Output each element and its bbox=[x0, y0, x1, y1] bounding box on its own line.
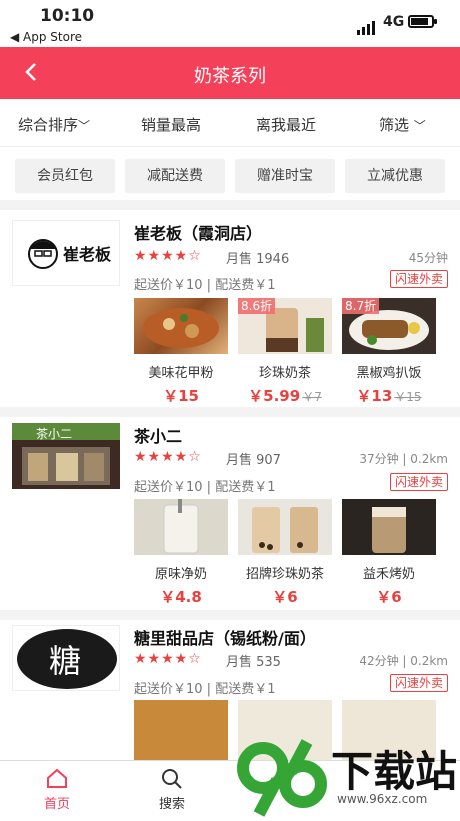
chevron-down-icon: ﹀ bbox=[78, 119, 91, 133]
watermark-url: www.96xz.com bbox=[337, 792, 428, 806]
monthly-sales: 月售 535 bbox=[226, 655, 281, 670]
dish-name: 黑椒鸡扒饭 bbox=[356, 366, 422, 381]
original-price: ￥15 bbox=[394, 390, 422, 404]
original-price: ￥7 bbox=[302, 390, 322, 404]
shop-name: 糖里甜品店（锡纸粉/面） bbox=[134, 629, 316, 648]
dish-name: 美味花甲粉 bbox=[148, 366, 214, 381]
filter-button[interactable]: 筛选 ﹀ bbox=[379, 114, 426, 135]
delivery-info: 起送价￥10 | 配送费￥1 bbox=[134, 480, 276, 495]
discount-tag: 8.7折 bbox=[342, 298, 380, 314]
shop-logo: 崔老板 bbox=[12, 220, 120, 286]
dish-photo bbox=[163, 499, 199, 554]
dish-image bbox=[134, 298, 228, 354]
nav-header: 奶茶系列 bbox=[0, 47, 460, 99]
flash-delivery-badge: 闪速外卖 bbox=[389, 674, 448, 692]
delivery-time: 42分钟 | 0.2km bbox=[359, 654, 448, 668]
dish-name: 益禾烤奶 bbox=[362, 567, 415, 582]
dish-image bbox=[238, 499, 332, 555]
sort-sales[interactable]: 销量最高 bbox=[141, 114, 201, 135]
dish-image bbox=[134, 700, 228, 760]
dish-photo bbox=[372, 507, 406, 553]
tab-home-label: 首页 bbox=[43, 797, 70, 812]
dish-price: ￥5.99 ￥7 bbox=[248, 387, 322, 405]
watermark-logo: 下载站 www.96xz.com bbox=[233, 732, 460, 817]
dish-item[interactable]: 美味花甲粉 ￥15 bbox=[134, 298, 228, 406]
delivery-time: 45分钟 bbox=[408, 251, 448, 265]
dish-image bbox=[342, 499, 436, 555]
dish-photo bbox=[143, 308, 219, 348]
shop-name: 崔老板（霞洞店） bbox=[134, 224, 263, 243]
dish-name: 珍珠奶茶 bbox=[258, 366, 311, 381]
home-icon bbox=[47, 768, 67, 788]
dish-price: ￥6 bbox=[272, 588, 298, 606]
delivery-time: 37分钟 | 0.2km bbox=[359, 452, 448, 466]
clock: 10:10 bbox=[40, 6, 95, 26]
divider bbox=[0, 200, 460, 210]
logo-text: 崔老板 bbox=[63, 245, 112, 264]
watermark-text: 下载站 bbox=[331, 747, 458, 796]
shop-name: 茶小二 bbox=[134, 427, 183, 446]
dish-name: 原味净奶 bbox=[154, 567, 207, 582]
shop-card[interactable]: 茶小二 茶小二 ★★★★☆ 月售 907 37分钟 | 0.2km 起送价￥10… bbox=[0, 417, 460, 610]
chip-reduce-delivery[interactable]: 减配送费 bbox=[125, 159, 225, 193]
dish-item[interactable]: 8.7折 黑椒鸡扒饭 ￥13 ￥15 bbox=[342, 298, 436, 406]
network-type: 4G bbox=[383, 14, 405, 30]
flash-delivery-badge: 闪速外卖 bbox=[389, 270, 448, 288]
dish-photo bbox=[252, 507, 318, 553]
dish-price: ￥4.8 bbox=[160, 588, 202, 606]
delivery-info: 起送价￥10 | 配送费￥1 bbox=[134, 682, 276, 697]
sort-comprehensive[interactable]: 综合排序﹀ bbox=[18, 114, 90, 135]
shop-logo: 糖 bbox=[12, 625, 120, 691]
tab-search[interactable]: 搜索 bbox=[142, 767, 202, 812]
rating-stars: ★★★★☆ bbox=[134, 449, 202, 465]
discount-tag: 8.6折 bbox=[238, 298, 276, 314]
back-to-app-store[interactable]: ◀ App Store bbox=[10, 30, 82, 44]
chip-on-time[interactable]: 赠准时宝 bbox=[235, 159, 335, 193]
divider bbox=[0, 407, 460, 417]
logo-text: 糖 bbox=[49, 642, 82, 680]
flash-delivery-badge: 闪速外卖 bbox=[389, 473, 448, 491]
signal-icon bbox=[357, 16, 377, 35]
sort-distance[interactable]: 离我最近 bbox=[256, 114, 316, 135]
shop-logo: 茶小二 bbox=[12, 423, 120, 489]
divider bbox=[0, 610, 460, 620]
monthly-sales: 月售 907 bbox=[226, 453, 281, 468]
dish-item[interactable]: 原味净奶 ￥4.8 bbox=[134, 499, 228, 607]
tab-home[interactable]: 首页 bbox=[27, 767, 87, 812]
dish-image: 8.7折 bbox=[342, 298, 436, 354]
rating-stars: ★★★★☆ bbox=[134, 248, 202, 264]
dish-image: 8.6折 bbox=[238, 298, 332, 354]
logo-text: 茶小二 bbox=[36, 427, 73, 441]
dish-image bbox=[134, 499, 228, 555]
shop-card[interactable]: 崔老板 崔老板（霞洞店） ★★★★☆ 月售 1946 45分钟 起送价￥10 |… bbox=[0, 210, 460, 407]
battery-icon bbox=[408, 15, 437, 28]
status-bar: 10:10 ◀ App Store 4G bbox=[0, 0, 460, 47]
delivery-info: 起送价￥10 | 配送费￥1 bbox=[134, 278, 276, 293]
dish-item[interactable]: 招牌珍珠奶茶 ￥6 bbox=[238, 499, 332, 607]
dish-item[interactable]: 益禾烤奶 ￥6 bbox=[342, 499, 436, 607]
dish-item[interactable] bbox=[134, 700, 228, 760]
dish-item[interactable]: 8.6折 珍珠奶茶 ￥5.99 ￥7 bbox=[238, 298, 332, 406]
dish-name: 招牌珍珠奶茶 bbox=[245, 567, 324, 582]
promo-filters: 会员红包 减配送费 赠准时宝 立减优惠 bbox=[0, 148, 460, 200]
rating-stars: ★★★★☆ bbox=[134, 651, 202, 667]
sort-bar: 综合排序﹀ 销量最高 离我最近 筛选 ﹀ bbox=[0, 99, 460, 147]
tab-search-label: 搜索 bbox=[158, 797, 185, 812]
monthly-sales: 月售 1946 bbox=[226, 252, 290, 267]
dish-price: ￥6 bbox=[376, 588, 402, 606]
page-title: 奶茶系列 bbox=[194, 66, 266, 87]
chevron-down-icon: ﹀ bbox=[413, 119, 426, 133]
search-icon bbox=[162, 769, 182, 789]
chip-instant-discount[interactable]: 立减优惠 bbox=[345, 159, 445, 193]
chip-member-redpacket[interactable]: 会员红包 bbox=[15, 159, 115, 193]
dish-price: ￥15 bbox=[163, 387, 199, 405]
dish-price: ￥13 ￥15 bbox=[356, 387, 422, 405]
